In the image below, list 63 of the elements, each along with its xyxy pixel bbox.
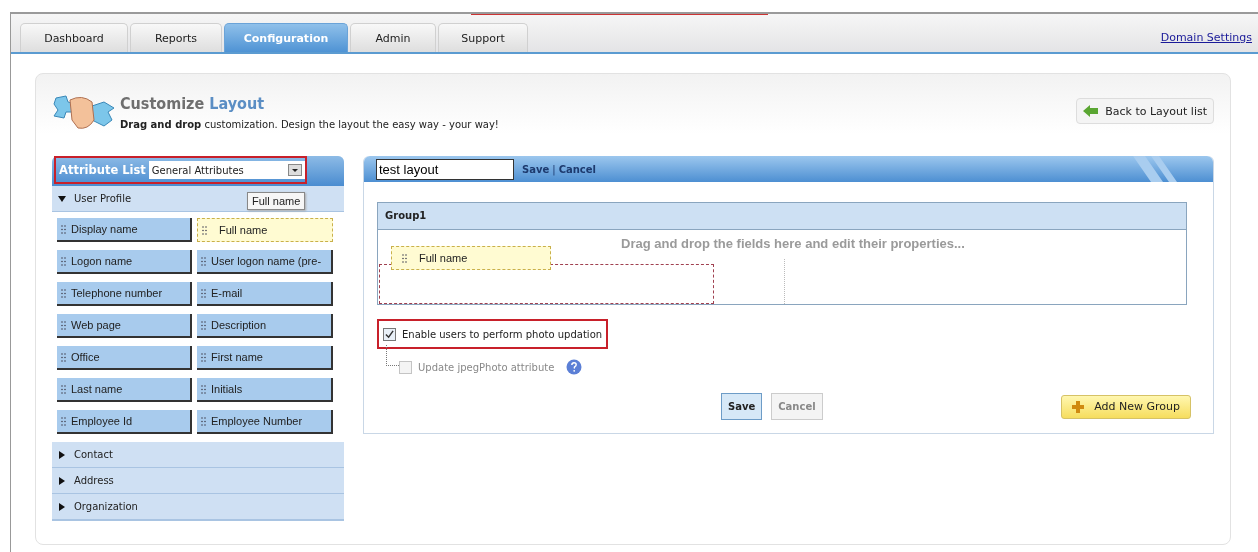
arrow-left-icon — [1083, 105, 1100, 117]
grip-icon — [61, 416, 66, 426]
grip-icon — [61, 256, 66, 266]
layout-name-field[interactable]: test layout — [376, 158, 514, 180]
option-label: Enable users to perform photo updation — [402, 328, 603, 340]
field-chip[interactable]: Telephone number — [57, 282, 192, 306]
caret-right-icon — [58, 450, 66, 459]
save-button[interactable]: Save — [721, 393, 763, 420]
attribute-dropdown[interactable]: General Attributes — [148, 161, 305, 179]
field-chip[interactable]: First name — [197, 346, 333, 370]
grip-icon — [402, 253, 407, 263]
field-chip[interactable]: Initials — [197, 378, 333, 402]
grip-icon — [201, 256, 206, 266]
section-header[interactable]: Contact — [52, 442, 344, 468]
checkbox[interactable] — [383, 327, 396, 341]
dropdown-icon — [288, 164, 302, 176]
grip-icon — [61, 320, 66, 330]
tab[interactable]: Admin — [350, 23, 436, 52]
field-chip[interactable]: Employee Number — [197, 410, 333, 434]
grip-icon — [61, 384, 66, 394]
field-chip[interactable]: Description — [197, 314, 333, 338]
page-subtitle: Drag and drop customization. Design the layout the easy way - your way! — [120, 119, 500, 130]
help-icon[interactable] — [566, 359, 583, 375]
caret-right-icon — [58, 476, 66, 485]
save-link[interactable]: Save — [522, 163, 550, 175]
grip-icon — [201, 320, 206, 330]
group-title: Group1 — [378, 203, 1186, 230]
field-chip[interactable]: E-mail — [197, 282, 333, 306]
plus-icon — [1072, 400, 1085, 413]
tab[interactable]: Support — [438, 23, 528, 52]
field-chip[interactable]: Display name — [57, 218, 192, 242]
option-label: Update jpegPhoto attribute — [418, 361, 555, 373]
field-chip[interactable]: User logon name (pre- — [197, 250, 333, 274]
field-chip[interactable]: Last name — [57, 378, 192, 402]
cancel-link[interactable]: Cancel — [558, 163, 596, 175]
grip-icon — [61, 224, 66, 234]
grip-icon — [201, 384, 206, 394]
back-button[interactable]: Back to Layout list — [1076, 98, 1214, 124]
field-chip[interactable]: Full name — [391, 246, 551, 270]
domain-settings-link[interactable]: Domain Settings — [1160, 31, 1252, 44]
panel-title: Attribute List — [59, 163, 146, 177]
grip-icon — [201, 352, 206, 362]
section-header[interactable]: Address — [52, 468, 344, 494]
add-group-button[interactable]: Add New Group — [1061, 394, 1191, 419]
grip-icon — [202, 225, 207, 235]
field-chip[interactable]: Web page — [57, 314, 192, 338]
grip-icon — [61, 352, 66, 362]
grip-icon — [201, 416, 206, 426]
page-title: Customize Layout — [120, 94, 266, 113]
tab[interactable]: Dashboard — [20, 23, 128, 52]
tooltip: Full name — [247, 192, 306, 210]
field-chip[interactable]: Logon name — [57, 250, 192, 274]
caret-right-icon — [58, 502, 66, 511]
section-header[interactable]: Organization — [52, 494, 344, 520]
field-chip[interactable]: Office — [57, 346, 192, 370]
field-chip[interactable]: Full name — [197, 218, 333, 242]
caret-down-icon — [58, 194, 66, 203]
field-chip[interactable]: Employee Id — [57, 410, 192, 434]
grip-icon — [201, 288, 206, 298]
grip-icon — [61, 288, 66, 298]
tab[interactable]: Reports — [130, 23, 222, 52]
separator: | — [552, 163, 556, 175]
drop-hint: Drag and drop the fields here and edit their properties... — [621, 236, 965, 251]
